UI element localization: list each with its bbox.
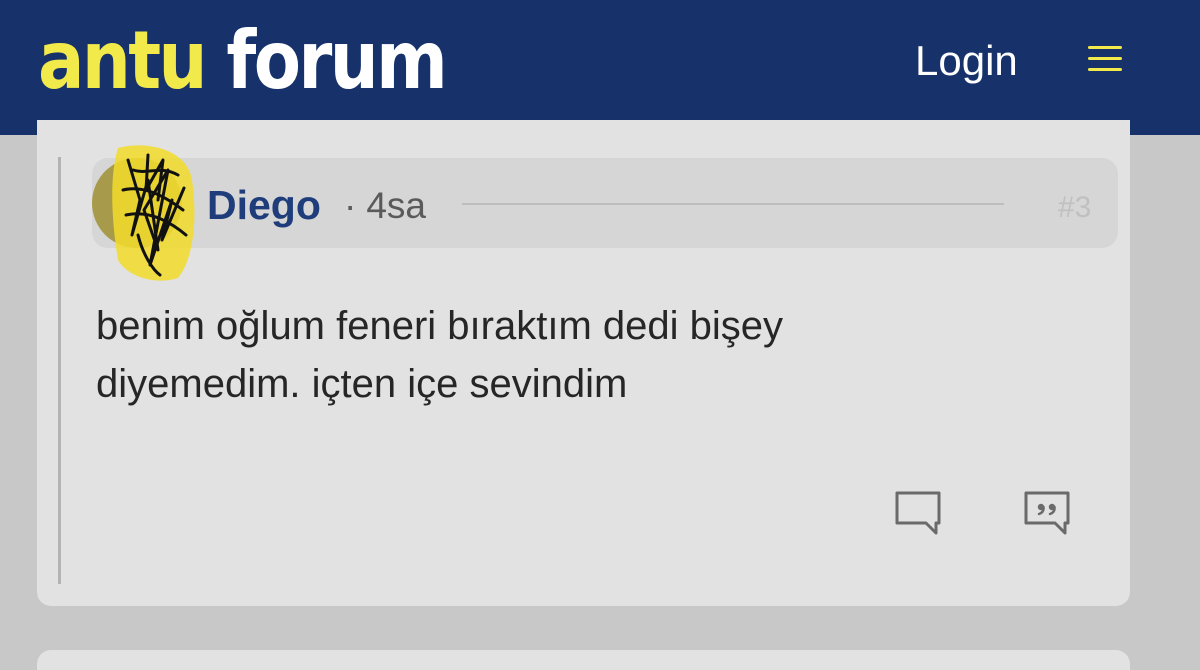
scribble-overlay (112, 145, 195, 281)
time-separator-dot: · (344, 185, 357, 226)
hamburger-menu-icon[interactable] (1088, 42, 1124, 74)
login-link[interactable]: Login (915, 38, 1018, 84)
post-body-line: diyemedim. içten içe sevindim (96, 362, 628, 406)
logo-forum: forum (226, 14, 447, 107)
header-divider (462, 203, 1004, 205)
post-time: · 4sa (344, 183, 426, 229)
post-number[interactable]: #3 (1058, 190, 1091, 226)
site-logo[interactable]: antu forum (38, 6, 448, 116)
comment-bubble-icon[interactable] (894, 490, 942, 536)
time-value: 4sa (366, 185, 426, 226)
post-body-line: benim oğlum feneri bıraktım dedi bişey (96, 304, 783, 348)
post-body: benim oğlum feneri bıraktım dedi bişey d… (96, 297, 996, 413)
thread-line (58, 157, 61, 584)
quote-bubble-icon[interactable] (1023, 490, 1071, 536)
top-navbar: antu forum Login (0, 0, 1200, 135)
post-username[interactable]: Diego (207, 180, 321, 230)
next-post-card (37, 650, 1130, 670)
logo-antu: antu (38, 14, 208, 107)
